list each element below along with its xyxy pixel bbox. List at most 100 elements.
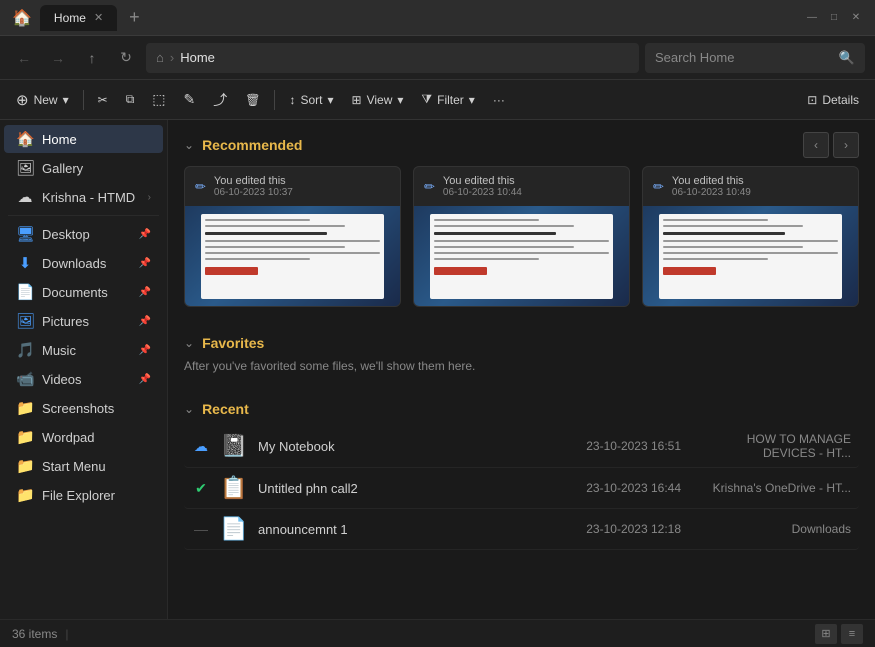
card-2-edit-icon: ✏ [424,179,435,195]
details-button[interactable]: ⊡ Details [799,85,867,115]
doc-line [205,246,345,248]
sidebar-item-krishna[interactable]: ☁ Krishna - HTMD › [4,183,163,211]
doc-line [663,258,768,260]
up-button[interactable]: ↑ [78,44,106,72]
toolbar-right: ⊡ Details [799,85,867,115]
doc-button [434,267,486,275]
view-button[interactable]: ⊞ View ▾ [344,85,412,115]
view-arrow-icon: ▾ [397,93,403,107]
search-placeholder: Search Home [655,50,833,65]
card-2-thumb-content [430,214,613,299]
sidebar-item-wordpad[interactable]: 📁 Wordpad [4,423,163,451]
maximize-button[interactable]: □ [827,11,841,25]
recommended-section-header: ⌄ Recommended ‹ › [168,120,875,166]
sidebar-item-startmenu[interactable]: 📁 Start Menu [4,452,163,480]
pin-icon: 📌 [139,345,151,356]
list-view-button[interactable]: ≡ [841,624,863,644]
sidebar-krishna-label: Krishna - HTMD [42,190,135,205]
recommended-prev-button[interactable]: ‹ [803,132,829,158]
recent-item-3[interactable]: — 📄 announcemnt 1 23-10-2023 12:18 Downl… [184,509,859,550]
sidebar-item-videos[interactable]: 📹 Videos 📌 [4,365,163,393]
card-2-thumbnail [414,206,629,306]
recommended-card-3[interactable]: ✏ You edited this 06-10-2023 10:49 [642,166,859,307]
sidebar-videos-label: Videos [42,372,82,387]
sidebar-item-desktop[interactable]: 🖥 Desktop 📌 [4,220,163,248]
status-separator: | [65,627,68,641]
doc-line [205,240,380,242]
paste-button[interactable]: ⬚ [144,85,173,115]
cut-button[interactable]: ✂ [90,85,116,115]
delete-button[interactable]: 🗑 [237,85,268,115]
details-label: Details [822,93,859,107]
sidebar-music-label: Music [42,343,76,358]
back-button[interactable]: ← [10,44,38,72]
tab-close-icon[interactable]: ✕ [94,11,103,24]
doc-line [434,252,609,254]
recent-item-2[interactable]: ✔ 📋 Untitled phn call2 23-10-2023 16:44 … [184,468,859,509]
favorites-chevron[interactable]: ⌄ [184,336,194,350]
sort-icon: ↕ [289,93,295,107]
recommended-chevron[interactable]: ⌄ [184,138,194,152]
toolbar-separator-1 [83,90,84,110]
filter-arrow-icon: ▾ [469,93,475,107]
cloud-icon: ☁ [16,188,34,206]
cut-icon: ✂ [98,93,108,107]
more-button[interactable]: ··· [485,85,513,115]
sort-button[interactable]: ↕ Sort ▾ [281,85,341,115]
close-button[interactable]: ✕ [849,11,863,25]
sidebar-item-screenshots[interactable]: 📁 Screenshots [4,394,163,422]
card-1-thumbnail [185,206,400,306]
sidebar-item-home[interactable]: 🏠 Home [4,125,163,153]
copy-icon: ⧉ [126,92,135,107]
forward-button[interactable]: → [44,44,72,72]
recommended-card-2[interactable]: ✏ You edited this 06-10-2023 10:44 [413,166,630,307]
minimize-button[interactable]: — [805,11,819,25]
sidebar-item-gallery[interactable]: 🖼 Gallery [4,154,163,182]
search-box[interactable]: Search Home 🔍 [645,43,865,73]
sidebar-gallery-label: Gallery [42,161,83,176]
new-tab-button[interactable]: + [129,7,140,28]
share-button[interactable]: ⤴ [205,85,235,115]
chevron-right-icon: › [148,192,151,203]
card-3-edit-icon: ✏ [653,179,664,195]
favorites-message: After you've favorited some files, we'll… [184,359,475,373]
address-separator: › [170,50,174,65]
filter-icon: ⧩ [421,92,432,107]
new-button[interactable]: ⊕ New ▾ [8,85,77,115]
recent-item-2-location: Krishna's OneDrive - HT... [691,481,851,495]
card-2-header: ✏ You edited this 06-10-2023 10:44 [414,167,629,206]
content-area: ⌄ Recommended ‹ › ✏ You edited this 06-1… [168,120,875,619]
recent-chevron[interactable]: ⌄ [184,402,194,416]
sidebar-item-music[interactable]: 🎵 Music 📌 [4,336,163,364]
doc-line [663,246,803,248]
refresh-button[interactable]: ↻ [112,44,140,72]
card-3-thumb-content [659,214,842,299]
card-1-edit-icon: ✏ [195,179,206,195]
copy-button[interactable]: ⧉ [118,85,143,115]
recent-item-1-cloud-icon: ☁ [192,438,210,455]
sidebar-item-fileexplorer[interactable]: 📁 File Explorer [4,481,163,509]
home-tab[interactable]: Home ✕ [40,5,117,31]
recent-item-3-status-icon: — [192,521,210,537]
recent-item-1[interactable]: ☁ 📓 My Notebook 23-10-2023 16:51 HOW TO … [184,425,859,468]
grid-view-button[interactable]: ⊞ [815,624,837,644]
sidebar-screenshots-label: Screenshots [42,401,114,416]
recommended-card-1[interactable]: ✏ You edited this 06-10-2023 10:37 [184,166,401,307]
doc-line [434,240,609,242]
more-icon: ··· [493,93,505,107]
refresh-icon: ↻ [120,49,132,66]
card-3-thumbnail [643,206,858,306]
sidebar-item-documents[interactable]: 📄 Documents 📌 [4,278,163,306]
address-bar-input[interactable]: ⌂ › Home [146,43,639,73]
rename-button[interactable]: ✎ [176,85,204,115]
sidebar: 🏠 Home 🖼 Gallery ☁ Krishna - HTMD › 🖥 De… [0,120,168,619]
recent-item-3-location: Downloads [691,522,851,536]
recommended-next-button[interactable]: › [833,132,859,158]
sidebar-item-downloads[interactable]: ⬇ Downloads 📌 [4,249,163,277]
address-text: Home [180,50,215,65]
main-layout: 🏠 Home 🖼 Gallery ☁ Krishna - HTMD › 🖥 De… [0,120,875,619]
filter-button[interactable]: ⧩ Filter ▾ [413,85,482,115]
sidebar-item-pictures[interactable]: 🖼 Pictures 📌 [4,307,163,335]
doc-title-line [434,232,556,235]
home-icon: 🏠 [16,130,34,148]
